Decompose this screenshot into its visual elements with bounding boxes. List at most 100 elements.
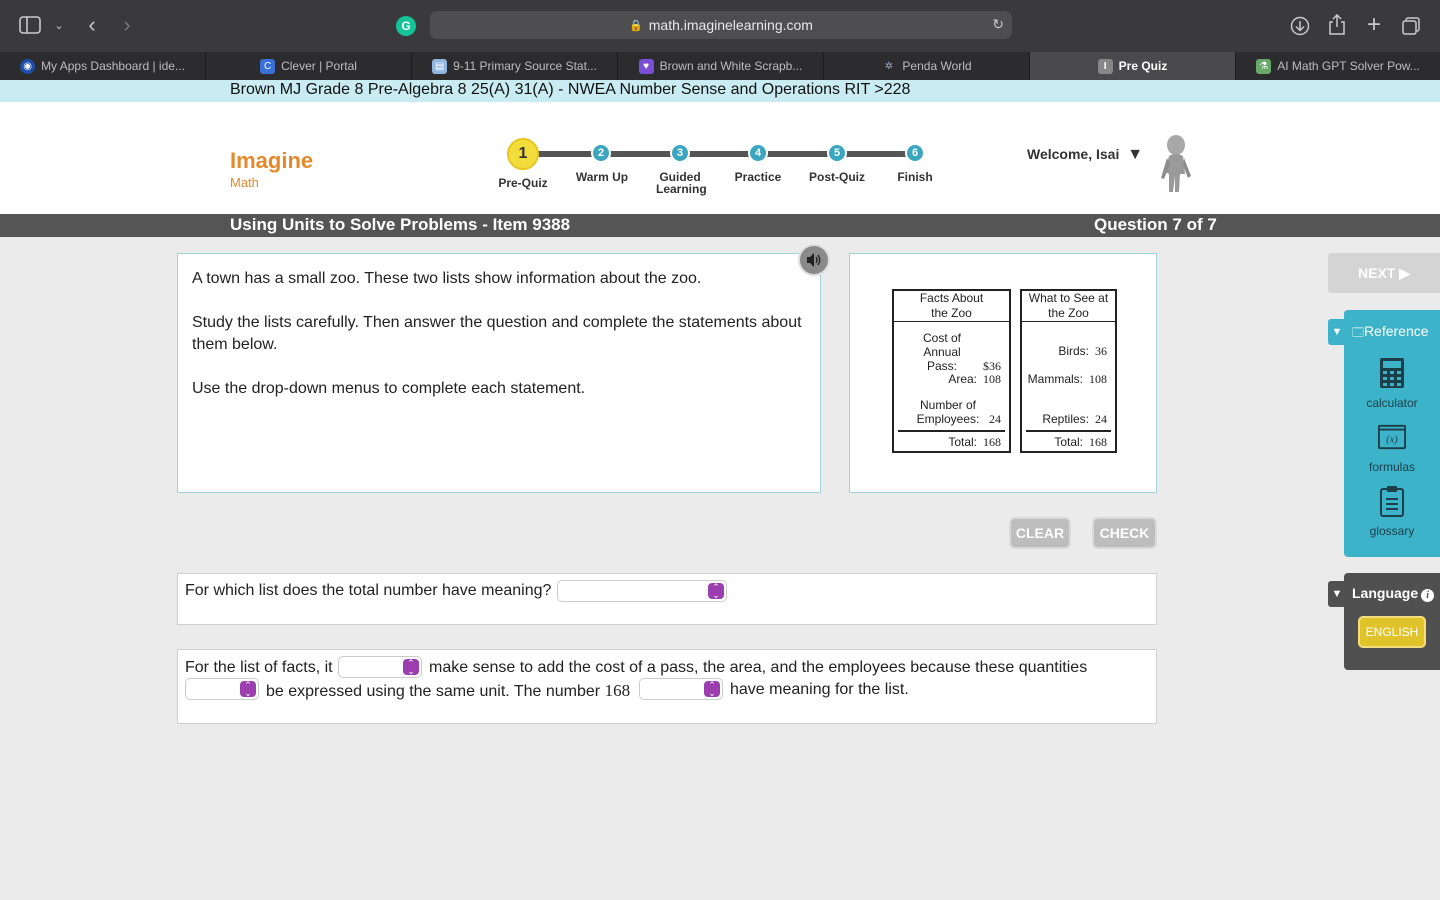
browser-tab[interactable]: ◉ My Apps Dashboard | ide... bbox=[0, 52, 206, 80]
prompt-text: Use the drop-down menus to complete each… bbox=[192, 380, 586, 397]
see-row: Mammals: 108 bbox=[1028, 372, 1107, 386]
statement-text: For the list of facts, it bbox=[185, 659, 333, 676]
share-icon[interactable] bbox=[1326, 13, 1348, 37]
formulas-label: formulas bbox=[1368, 460, 1415, 474]
back-icon[interactable]: ‹ bbox=[82, 12, 102, 37]
tab-overview-icon[interactable] bbox=[1400, 15, 1422, 37]
grammarly-icon[interactable]: G bbox=[396, 16, 416, 36]
browser-tab[interactable]: ✲ Penda World bbox=[824, 52, 1030, 80]
facts-total-rule bbox=[898, 430, 1005, 432]
see-row: Birds: 36 bbox=[1058, 344, 1107, 358]
window-icon: 🗔 bbox=[1352, 327, 1364, 339]
facts-row-label: Number of Employees: bbox=[916, 398, 980, 426]
see-row-label: Reptiles: bbox=[1042, 412, 1089, 426]
browser-tab-active[interactable]: I Pre Quiz bbox=[1030, 52, 1236, 80]
statement-dropdown-2[interactable]: ⌃ ⌄ bbox=[185, 678, 259, 700]
browser-tab[interactable]: ▤ 9-11 Primary Source Stat... bbox=[412, 52, 618, 80]
reference-title[interactable]: 🗔Reference bbox=[1352, 323, 1429, 343]
facts-row-label: Area: bbox=[948, 372, 977, 386]
info-icon[interactable]: i bbox=[1421, 589, 1435, 602]
logo-math: Math bbox=[230, 175, 259, 190]
speaker-icon[interactable] bbox=[798, 244, 830, 276]
step-5-dot[interactable]: 5 bbox=[827, 143, 847, 163]
tab-label: My Apps Dashboard | ide... bbox=[41, 59, 185, 73]
question-1-dropdown[interactable]: ⌃ ⌄ bbox=[557, 580, 727, 602]
step-label-guided-learning: Guided Learning bbox=[656, 170, 707, 196]
step-2-dot[interactable]: 2 bbox=[591, 143, 611, 163]
statement-number: 168 bbox=[604, 681, 631, 700]
select-arrows-icon: ⌃ ⌄ bbox=[240, 681, 256, 698]
browser-tab[interactable]: ♥ Brown and White Scrapb... bbox=[618, 52, 824, 80]
question-counter: Question 7 of 7 bbox=[1094, 215, 1217, 234]
reload-icon[interactable]: ↻ bbox=[992, 16, 1004, 33]
facts-row-value: $36 bbox=[983, 359, 1001, 373]
prompt-panel: A town has a small zoo. These two lists … bbox=[177, 253, 821, 493]
tab-bar: ◉ My Apps Dashboard | ide... C Clever | Po… bbox=[0, 52, 1440, 80]
browser-tab[interactable]: C Clever | Portal bbox=[206, 52, 412, 80]
download-icon[interactable] bbox=[1289, 15, 1311, 37]
step-1-dot[interactable]: 1 bbox=[507, 138, 539, 170]
lock-icon: 🔒 bbox=[629, 19, 643, 32]
see-row-label: Birds: bbox=[1058, 344, 1089, 358]
facts-row-value: 108 bbox=[983, 372, 1001, 386]
statement-dropdown-1[interactable]: ⌃ ⌄ bbox=[338, 656, 422, 678]
tab-label: AI Math GPT Solver Pow... bbox=[1277, 59, 1420, 73]
reference-panel: 🗔Reference calculator (x) formulas gloss… bbox=[1344, 310, 1440, 557]
facts-row: Area: 108 bbox=[948, 372, 1001, 386]
course-bar: Brown MJ Grade 8 Pre-Algebra 8 25(A) 31(… bbox=[0, 80, 1440, 102]
calculator-icon bbox=[1378, 356, 1406, 390]
calculator-label: calculator bbox=[1366, 396, 1418, 410]
step-label-warm-up: Warm Up bbox=[575, 170, 629, 184]
glossary-tool[interactable]: glossary bbox=[1344, 484, 1440, 538]
formulas-icon: (x) bbox=[1378, 420, 1406, 454]
statement-text: be expressed using the same unit. The nu… bbox=[266, 681, 630, 701]
see-heading: What to See at the Zoo bbox=[1022, 291, 1115, 322]
forward-icon[interactable]: › bbox=[117, 12, 137, 37]
step-label-practice: Practice bbox=[734, 170, 782, 184]
caret-down-icon: ▼ bbox=[1127, 146, 1144, 163]
select-arrows-icon: ⌃ ⌄ bbox=[704, 681, 720, 698]
facts-total-label: Total: bbox=[948, 435, 977, 449]
clear-button[interactable]: CLEAR bbox=[1009, 517, 1071, 549]
see-row-value: 36 bbox=[1095, 344, 1107, 358]
browser-toolbar: ⌄ ‹ › G 🔒 math.imaginelearning.com ↻ + bbox=[0, 0, 1440, 52]
see-row-value: 108 bbox=[1089, 372, 1107, 386]
facts-row-label: Cost of Annual Pass: bbox=[922, 331, 961, 373]
step-label-finish: Finish bbox=[897, 170, 933, 184]
step-4-dot[interactable]: 4 bbox=[748, 143, 768, 163]
next-button[interactable]: NEXT ▶ bbox=[1328, 253, 1440, 293]
url-text: math.imaginelearning.com bbox=[648, 17, 813, 33]
question-1-text: For which list does the total number hav… bbox=[185, 582, 552, 599]
figure-panel: Facts About the Zoo Cost of Annual Pass:… bbox=[849, 253, 1157, 493]
facts-row: Cost of Annual Pass: $36 bbox=[901, 331, 1001, 373]
progress-track bbox=[523, 151, 915, 157]
statement-dropdown-3[interactable]: ⌃ ⌄ bbox=[639, 678, 723, 700]
prompt-text: A town has a small zoo. These two lists … bbox=[192, 270, 702, 287]
browser-tab[interactable]: ⚗ AI Math GPT Solver Pow... bbox=[1236, 52, 1440, 80]
statement-text: make sense to add the cost of a pass, th… bbox=[429, 659, 1088, 676]
tab-label: 9-11 Primary Source Stat... bbox=[453, 59, 597, 73]
see-row: Reptiles: 24 bbox=[1042, 412, 1107, 426]
clipboard-icon bbox=[1378, 484, 1406, 518]
app-header: Imagine Math 1 2 3 4 5 6 Pre-Quiz Warm U… bbox=[0, 102, 1440, 214]
clever-icon: C bbox=[260, 58, 276, 74]
address-bar[interactable]: 🔒 math.imaginelearning.com ↻ bbox=[430, 11, 1012, 39]
welcome-menu[interactable]: Welcome, Isai ▼ bbox=[1027, 146, 1143, 164]
statement-text-part: be expressed using the same unit. The nu… bbox=[266, 683, 601, 700]
tab-label: Pre Quiz bbox=[1118, 59, 1168, 73]
avatar[interactable] bbox=[1158, 134, 1194, 194]
step-6-dot[interactable]: 6 bbox=[905, 143, 925, 163]
welcome-text: Welcome, Isai bbox=[1027, 146, 1120, 162]
step-3-dot[interactable]: 3 bbox=[670, 143, 690, 163]
logo-imagine: Imagine bbox=[230, 148, 314, 173]
see-list: What to See at the Zoo Birds: 36 Mammals:… bbox=[1020, 289, 1117, 453]
calculator-tool[interactable]: calculator bbox=[1344, 356, 1440, 410]
english-button[interactable]: ENGLISH bbox=[1358, 616, 1426, 648]
check-button[interactable]: CHECK bbox=[1092, 517, 1157, 549]
facts-heading: Facts About the Zoo bbox=[894, 291, 1009, 322]
new-tab-icon[interactable]: + bbox=[1363, 11, 1385, 38]
see-total: Total: 168 bbox=[1054, 435, 1107, 449]
formulas-tool[interactable]: (x) formulas bbox=[1344, 420, 1440, 474]
chevron-down-icon[interactable]: ⌄ bbox=[52, 16, 66, 34]
sidebar-toggle-icon[interactable] bbox=[18, 14, 42, 36]
